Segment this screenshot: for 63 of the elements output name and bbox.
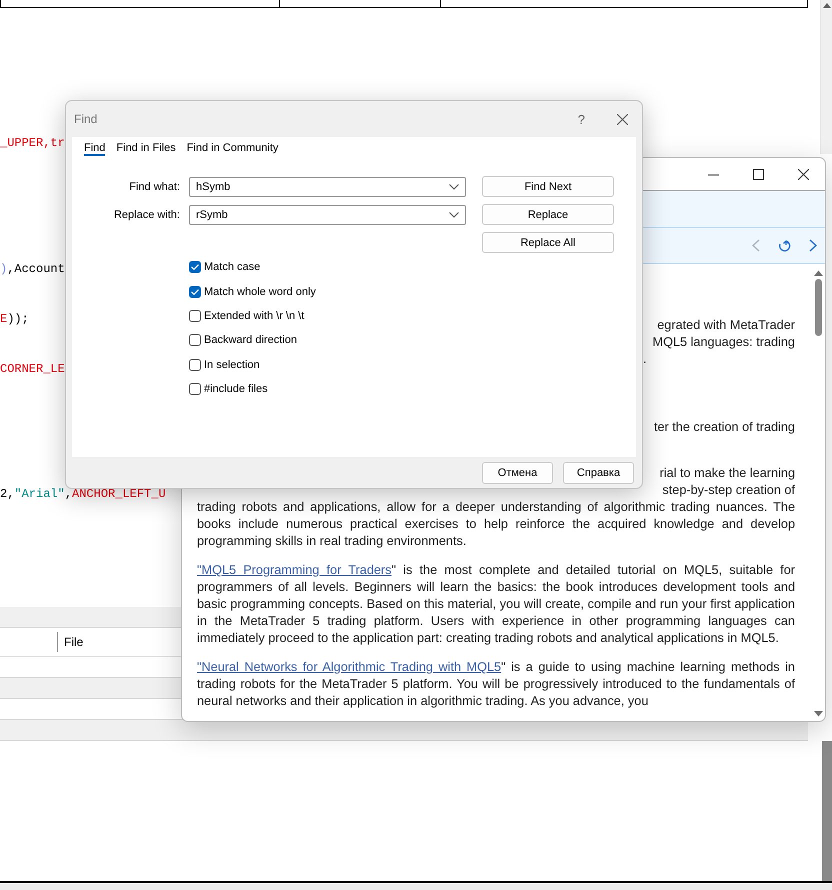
checkbox[interactable] — [189, 334, 201, 346]
text-fragment: MQL5 languages: trading — [652, 335, 795, 349]
text-fragment: egrated with MetaTrader — [657, 318, 795, 332]
book-link[interactable]: "MQL5 Programming for Traders — [197, 563, 392, 577]
checkbox-label[interactable]: In selection — [204, 358, 260, 371]
maximize-button[interactable] — [751, 166, 766, 182]
checkbox-label[interactable]: Match whole word only — [204, 286, 316, 298]
checkbox-label[interactable]: Extended with \r \n \t — [204, 310, 304, 322]
checkbox-label[interactable]: #include files — [204, 383, 268, 396]
close-icon — [798, 168, 809, 180]
dialog-button[interactable]: Отмена — [482, 462, 553, 484]
checkbox[interactable] — [189, 310, 201, 322]
help-button[interactable]: ? — [578, 112, 585, 126]
field-label: Find what: — [128, 180, 181, 192]
tab[interactable]: Find in Community — [186, 141, 278, 156]
paragraph: trading robots and applications, allow for a deeper understanding of algorithmic trading nuances. The books include numerous practical exercises to help reinforce the acquired knowledge and develop programming skills in real trading environments. — [197, 499, 795, 550]
editor-tab[interactable] — [0, 0, 280, 8]
checkbox[interactable] — [189, 383, 201, 396]
checkbox-label[interactable]: Backward direction — [204, 334, 297, 346]
field-label: Replace with: — [112, 208, 181, 220]
text-fragment: . — [643, 352, 647, 366]
code-line: _UPPER,tr — [0, 135, 65, 152]
close-button[interactable] — [796, 166, 811, 182]
editor-tab[interactable] — [440, 0, 808, 8]
paragraph: "MQL5 Programming for Traders" is the most complete and detailed tutorial on MQL5, suitable for programmers of all levels. Beginners will learn the basics: the book introduces development tools and basic programming concepts. Based on this material, you will create, compile and run your first application in the MetaTrader 5 trading platform. Users with experience in other programming languages can immediately proceed to the application part: creating trading robots and analytical applications in MQL5. — [197, 562, 795, 647]
scroll-thumb[interactable] — [814, 279, 822, 336]
action-button[interactable]: Replace All — [482, 232, 614, 253]
text-fragment: ter the creation of trading — [654, 420, 795, 434]
action-button[interactable]: Find Next — [482, 176, 614, 197]
refresh-icon — [778, 239, 791, 252]
chevron-down-icon — [449, 212, 459, 218]
scroll-up-icon — [822, 2, 830, 8]
scroll-up-icon — [814, 270, 822, 276]
dialog-button[interactable]: Справка — [563, 462, 634, 484]
back-icon — [752, 239, 760, 252]
tab[interactable]: Find — [84, 141, 106, 156]
scrollbar[interactable] — [820, 0, 832, 154]
code-line: 2,"Arial",ANCHOR_LEFT_U — [0, 486, 166, 504]
chevron-down-icon — [449, 184, 459, 190]
column-header[interactable]: File — [58, 635, 84, 650]
checkbox-label[interactable]: Match case — [204, 261, 260, 274]
input-field[interactable]: hSymb — [189, 176, 466, 196]
close-icon — [617, 114, 628, 124]
text-fragment: rial to make the learning — [660, 466, 795, 480]
tab[interactable]: Find in Files — [116, 141, 176, 156]
scrollbar[interactable] — [822, 741, 832, 882]
code-line: E)); — [0, 310, 29, 328]
paragraph: "Neural Networks for Algorithmic Trading with MQL5" is a guide to using machine learning methods in trading robots for the MetaTrader 5 platform. You will be progressively introduced to the fundamentals of neural networks and their application in algorithmic trading. As you advance, you — [197, 659, 795, 710]
code-line: CORNER_LE — [0, 360, 65, 378]
book-link[interactable]: "Neural Networks for Algorithmic Trading with MQL5 — [197, 660, 502, 674]
scroll-down-icon — [814, 711, 822, 717]
checkbox[interactable] — [189, 358, 201, 371]
maximize-icon — [753, 168, 764, 180]
action-button[interactable]: Replace — [482, 204, 614, 225]
input-field[interactable]: rSymb — [189, 204, 466, 224]
checkbox[interactable] — [189, 286, 201, 298]
close-button[interactable] — [615, 112, 630, 126]
forward-button[interactable] — [807, 237, 819, 254]
checkbox[interactable] — [189, 261, 201, 274]
forward-icon — [809, 239, 817, 252]
code-line: ),Account — [0, 260, 65, 278]
dialog-title: Find — [74, 112, 98, 126]
text-fragment: step-by-step creation of — [662, 483, 795, 497]
